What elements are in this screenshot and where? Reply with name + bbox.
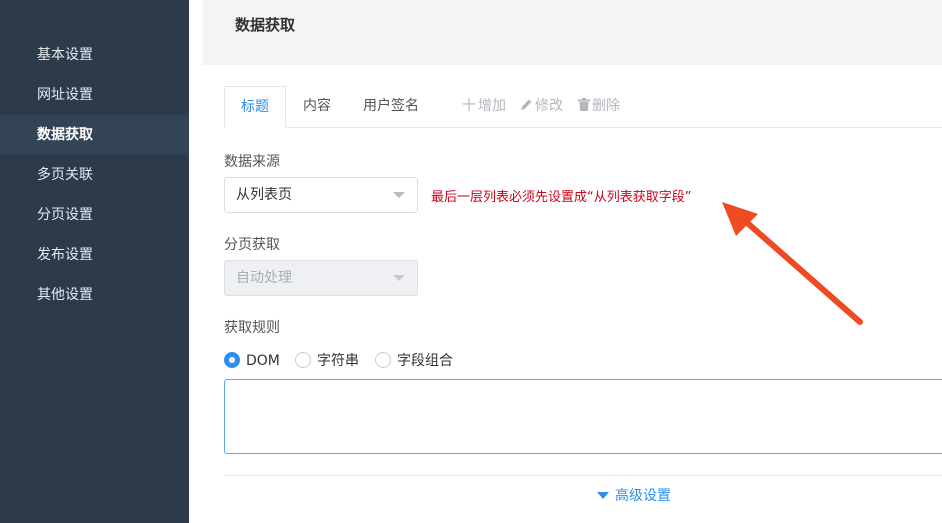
radio-indicator bbox=[375, 352, 391, 368]
field-tabs: 标题 内容 用户签名 十增加 修改 删除 bbox=[224, 86, 942, 128]
trash-icon bbox=[578, 86, 590, 127]
edit-field-button[interactable]: 修改 bbox=[520, 86, 563, 127]
tab-content[interactable]: 内容 bbox=[286, 86, 348, 127]
sidebar-item-pagination[interactable]: 分页设置 bbox=[0, 195, 189, 235]
chevron-down-icon bbox=[393, 192, 405, 198]
advanced-settings-label: 高级设置 bbox=[615, 488, 671, 504]
annotation-arrow-icon bbox=[722, 202, 863, 325]
tab-title[interactable]: 标题 bbox=[224, 86, 286, 128]
data-source-select[interactable]: 从列表页 bbox=[224, 177, 418, 213]
sidebar-item-basic-settings[interactable]: 基本设置 bbox=[0, 35, 189, 75]
add-field-button[interactable]: 十增加 bbox=[462, 86, 506, 127]
data-source-value: 从列表页 bbox=[236, 187, 292, 203]
advanced-settings-toggle[interactable]: 高级设置 bbox=[597, 485, 671, 505]
sidebar-item-url-settings[interactable]: 网址设置 bbox=[0, 75, 189, 115]
pencil-icon bbox=[520, 86, 533, 127]
caret-down-icon bbox=[597, 491, 609, 499]
sidebar-item-publish[interactable]: 发布设置 bbox=[0, 235, 189, 275]
data-source-label: 数据来源 bbox=[224, 154, 280, 170]
radio-indicator bbox=[295, 352, 311, 368]
page-title: 数据获取 bbox=[235, 16, 296, 34]
plus-icon: 十 bbox=[462, 98, 476, 114]
sidebar-item-data-fetch[interactable]: 数据获取 bbox=[0, 115, 189, 155]
add-field-label: 增加 bbox=[478, 98, 506, 114]
paging-value: 自动处理 bbox=[236, 270, 292, 286]
chevron-down-icon bbox=[393, 275, 405, 281]
paging-label: 分页获取 bbox=[224, 237, 280, 253]
radio-indicator bbox=[224, 352, 240, 368]
paging-select[interactable]: 自动处理 bbox=[224, 260, 418, 296]
delete-field-button[interactable]: 删除 bbox=[578, 86, 620, 127]
radio-field-combo-label: 字段组合 bbox=[397, 353, 453, 369]
page-header: 数据获取 bbox=[203, 0, 942, 65]
sidebar: 基本设置 网址设置 数据获取 多页关联 分页设置 发布设置 其他设置 bbox=[0, 0, 189, 523]
rule-label: 获取规则 bbox=[224, 320, 280, 336]
delete-field-label: 删除 bbox=[592, 98, 620, 114]
rule-textarea[interactable] bbox=[224, 379, 942, 454]
radio-dom-label: DOM bbox=[246, 353, 280, 369]
app-window: 基本设置 网址设置 数据获取 多页关联 分页设置 发布设置 其他设置 数据获取 … bbox=[0, 0, 942, 523]
radio-dom[interactable]: DOM bbox=[224, 351, 280, 371]
radio-field-combo[interactable]: 字段组合 bbox=[375, 351, 453, 371]
sidebar-item-multipage[interactable]: 多页关联 bbox=[0, 155, 189, 195]
edit-field-label: 修改 bbox=[535, 98, 563, 114]
tab-user-signature[interactable]: 用户签名 bbox=[356, 86, 426, 127]
sidebar-item-other[interactable]: 其他设置 bbox=[0, 275, 189, 315]
radio-string[interactable]: 字符串 bbox=[295, 351, 359, 371]
divider bbox=[224, 475, 942, 476]
radio-string-label: 字符串 bbox=[317, 353, 359, 369]
data-source-warning: 最后一层列表必须先设置成“从列表获取字段” bbox=[431, 190, 692, 205]
